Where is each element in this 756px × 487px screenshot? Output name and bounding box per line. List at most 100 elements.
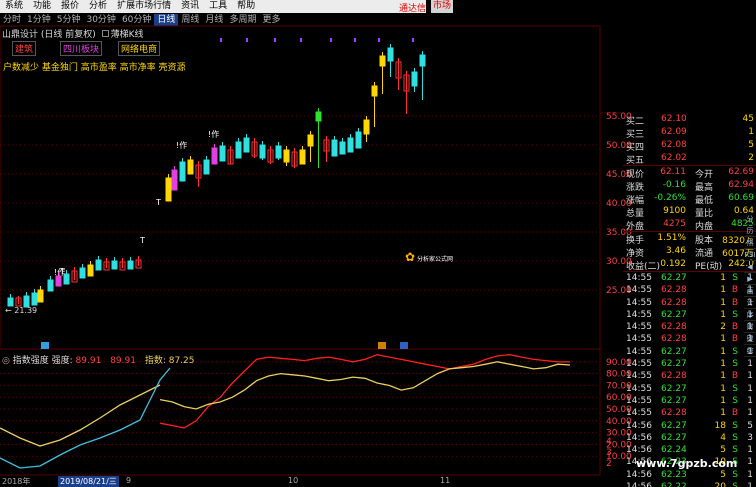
- tick-row[interactable]: 14:55 62.27 1 S 1: [623, 309, 756, 321]
- candle-18: [171, 169, 178, 191]
- tick-price: 62.27: [661, 420, 687, 431]
- candle-3: [31, 292, 38, 306]
- tick-volume: 2: [720, 322, 726, 333]
- tick-row[interactable]: 14:56 62.27 18 S 5: [623, 420, 756, 432]
- stat-value-2: 62.94: [728, 180, 754, 190]
- tick-side: S: [732, 395, 738, 406]
- tick-side: S: [732, 420, 738, 431]
- candle-22: [203, 159, 210, 175]
- tick-row[interactable]: 14:55 62.27 1 S 1: [623, 383, 756, 395]
- tool-button-2[interactable]: 热: [744, 237, 756, 249]
- tool-button-6[interactable]: 画: [744, 285, 756, 297]
- tick-side: B: [731, 408, 738, 419]
- indicator-small-tick: 3: [606, 448, 612, 458]
- tick-volume: 5: [720, 445, 726, 456]
- stat-row: 现价 62.11 今开 62.69: [623, 166, 756, 180]
- candle-38: [331, 139, 338, 157]
- tick-side: S: [732, 309, 738, 320]
- tick-row[interactable]: 14:55 62.28 2 B 1: [623, 321, 756, 333]
- month-9: 9: [126, 476, 132, 485]
- tick-count: 3: [747, 432, 753, 443]
- tick-row[interactable]: 14:56 62.22 20 S 1: [623, 481, 756, 487]
- tick-row[interactable]: 14:55 62.28 1 B 1: [623, 370, 756, 382]
- candle-32: [283, 149, 290, 163]
- tick-row[interactable]: 14:55 62.27 1 S 1: [623, 358, 756, 370]
- tick-time: 14:55: [626, 359, 652, 370]
- tick-count: 1: [747, 395, 753, 406]
- signal-annotation: !作: [54, 267, 65, 277]
- tick-volume: 1: [720, 359, 726, 370]
- tick-time: 14:55: [626, 273, 652, 283]
- tick-row[interactable]: 14:55 62.28 1 B 1: [623, 297, 756, 309]
- candle-23: [211, 147, 218, 165]
- tick-volume: 1: [720, 285, 726, 296]
- tick-row[interactable]: 14:56 62.24 5 S 1: [623, 444, 756, 456]
- strength-line: [159, 354, 571, 429]
- tick-time: 14:56: [626, 469, 652, 480]
- bid-row: 买五 62.02 2: [623, 152, 756, 166]
- signal-annotation: T: [155, 198, 161, 207]
- tick-price: 62.28: [661, 285, 687, 296]
- candle-29: [259, 144, 266, 159]
- candle-36: [315, 111, 322, 122]
- bid-row: 买四 62.08 5: [623, 139, 756, 153]
- tick-price: 62.28: [661, 322, 687, 333]
- status-date[interactable]: 2019/08/21/三: [58, 476, 119, 487]
- tick-volume: 18: [714, 420, 726, 431]
- tick-side: S: [732, 482, 738, 487]
- tool-button-5[interactable]: ▶: [744, 273, 756, 285]
- candle-4: [37, 289, 44, 303]
- tick-price: 62.28: [661, 334, 687, 345]
- candle-39: [339, 141, 346, 155]
- tick-row[interactable]: 14:55 62.28 1 B 1: [623, 284, 756, 296]
- tool-button-3[interactable]: RSI: [744, 249, 756, 261]
- top-marker: [220, 38, 222, 42]
- tick-row[interactable]: 14:55 62.27 1 S 1: [623, 272, 756, 284]
- candle-9: [79, 267, 86, 279]
- candle-11: [95, 259, 102, 271]
- tick-time: 14:55: [626, 395, 652, 406]
- tick-price: 62.27: [661, 359, 687, 370]
- tick-row[interactable]: 14:55 62.28 1 B 1: [623, 407, 756, 419]
- tool-button-11[interactable]: 综: [744, 345, 756, 357]
- top-marker: [354, 38, 356, 42]
- bid-volume: 2: [748, 153, 754, 163]
- tick-count: 1: [747, 383, 753, 394]
- tool-button-4[interactable]: ◀: [744, 261, 756, 273]
- strength-value-2: 89.91: [110, 356, 136, 366]
- stat2-row: 收益(二) 0.192 PE(动) 242.0: [623, 258, 756, 272]
- tick-side: S: [732, 346, 738, 357]
- tool-button-1[interactable]: 历: [744, 225, 756, 237]
- tool-button-7[interactable]: 计: [744, 297, 756, 309]
- stat-value: -0.26%: [654, 193, 686, 203]
- tick-row[interactable]: 14:55 62.28 1 B 1: [623, 333, 756, 345]
- tool-button-10[interactable]: 键: [744, 333, 756, 345]
- stat-value-2: 62.69: [728, 167, 754, 177]
- tick-row[interactable]: 14:55 62.27 1 S 1: [623, 395, 756, 407]
- tool-button-8[interactable]: 序: [744, 309, 756, 321]
- tick-price: 62.28: [661, 297, 687, 308]
- tick-volume: 1: [720, 395, 726, 406]
- tick-price: 62.27: [661, 432, 687, 443]
- event-marker-3: [41, 342, 49, 349]
- top-marker: [300, 38, 302, 42]
- site-watermark: www.7gpzb.com: [636, 457, 738, 470]
- tick-row[interactable]: 14:56 62.23 5 S 1: [623, 469, 756, 481]
- indicator-gear-icon[interactable]: ◎: [2, 356, 10, 366]
- month-10: 10: [288, 476, 299, 485]
- bid-row: 买二 62.10 45: [623, 113, 756, 127]
- logo-text: 分析家公式网: [416, 256, 453, 263]
- tick-row[interactable]: 14:56 62.27 4 S 3: [623, 432, 756, 444]
- stat-value: -0.16: [662, 180, 686, 190]
- tick-volume: 4: [720, 432, 726, 443]
- tick-price: 62.27: [661, 346, 687, 357]
- bid-price: 62.10: [661, 114, 687, 124]
- tick-volume: 1: [720, 309, 726, 320]
- tick-row[interactable]: 14:55 62.27 1 S 1: [623, 346, 756, 358]
- tick-price: 62.27: [661, 395, 687, 406]
- tick-side: B: [731, 334, 738, 345]
- top-marker: [246, 38, 248, 42]
- tick-time: 14:55: [626, 322, 652, 333]
- tool-button-9[interactable]: 财: [744, 321, 756, 333]
- tool-button-0[interactable]: 分: [744, 213, 756, 225]
